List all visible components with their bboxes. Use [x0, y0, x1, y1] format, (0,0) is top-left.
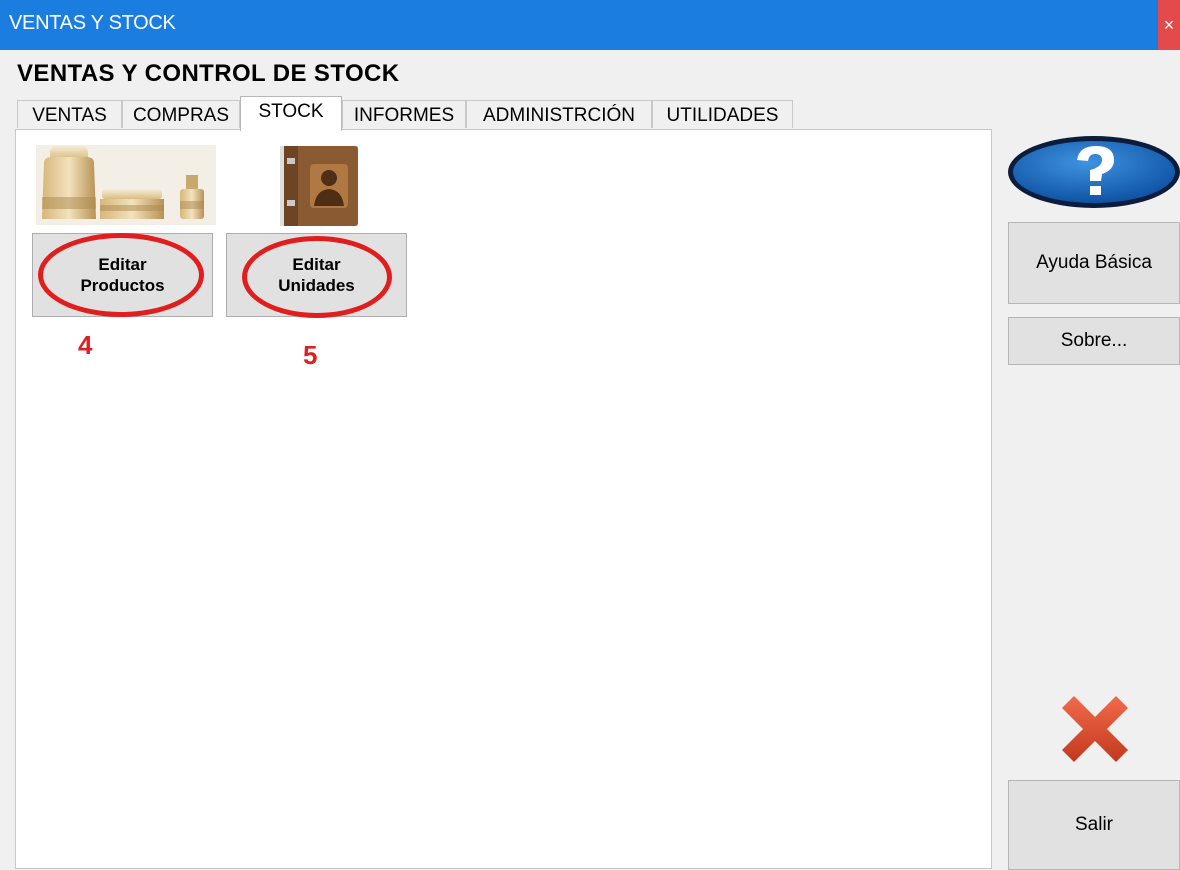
edit-products-button[interactable]: Editar Productos — [32, 233, 213, 317]
close-button[interactable]: × — [1158, 0, 1180, 50]
address-book-icon — [274, 142, 364, 226]
tab-stock[interactable]: STOCK — [240, 96, 342, 131]
tab-utilidades[interactable]: UTILIDADES — [652, 100, 793, 128]
tab-ventas[interactable]: VENTAS — [17, 100, 122, 128]
annotation-number: 4 — [78, 330, 93, 360]
stock-tab-panel: Editar Productos 4 Editar Unidades 5 — [15, 129, 992, 869]
about-button[interactable]: Sobre... — [1008, 317, 1180, 365]
products-image — [36, 145, 216, 225]
title-bar: VENTAS Y STOCK × — [0, 0, 1180, 50]
edit-units-button[interactable]: Editar Unidades — [226, 233, 407, 317]
edit-products-label-line2: Productos — [80, 276, 165, 295]
red-x-icon — [1060, 694, 1130, 764]
tab-administracion[interactable]: ADMINISTRCIÓN — [466, 100, 652, 128]
exit-button[interactable]: Salir — [1008, 780, 1180, 870]
help-icon-button[interactable] — [1004, 134, 1180, 210]
help-basic-button[interactable]: Ayuda Básica — [1008, 222, 1180, 304]
tab-compras[interactable]: COMPRAS — [122, 100, 240, 128]
edit-products-label-line1: Editar — [98, 255, 147, 274]
window-title: VENTAS Y STOCK — [9, 12, 176, 34]
question-mark-icon — [1008, 136, 1180, 208]
tab-informes[interactable]: INFORMES — [342, 100, 466, 128]
annotation-number: 5 — [303, 340, 318, 370]
edit-units-label-line2: Unidades — [278, 276, 355, 295]
edit-units-label-line1: Editar — [292, 255, 341, 274]
app-heading: VENTAS Y CONTROL DE STOCK — [17, 60, 400, 87]
